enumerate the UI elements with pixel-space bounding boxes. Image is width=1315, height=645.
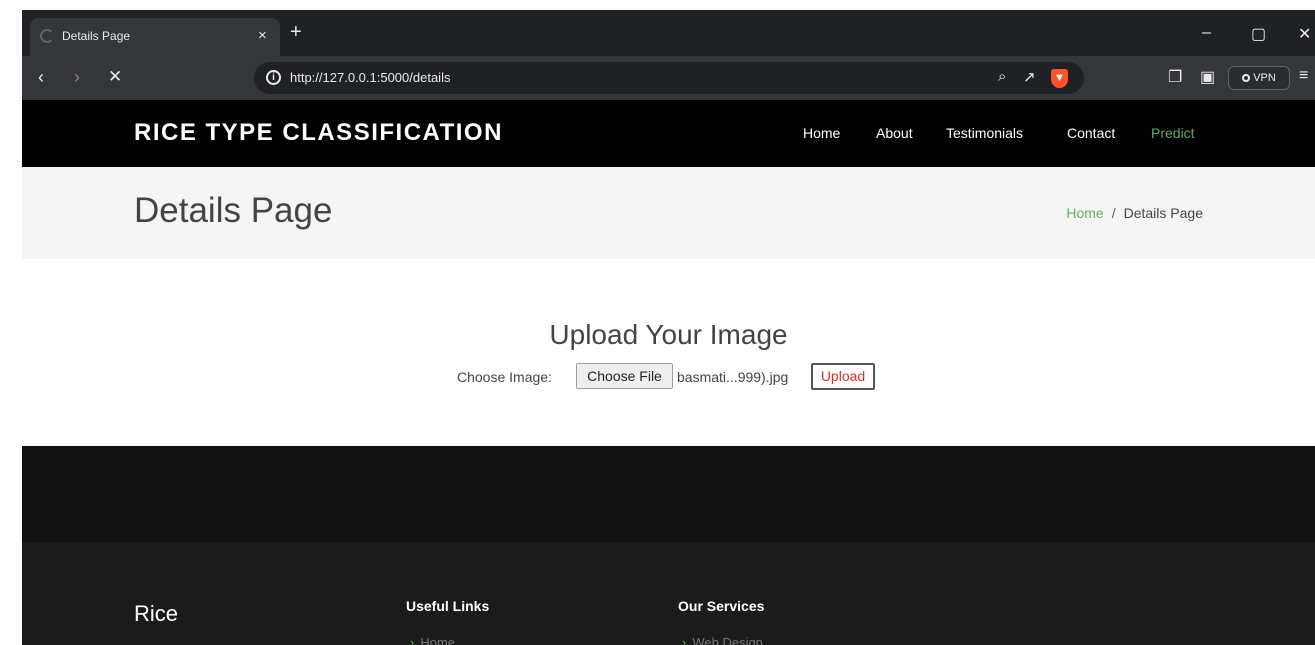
tab-bar: Details Page × + – ▢ ✕ — [22, 10, 1315, 56]
minimize-button[interactable]: – — [1202, 24, 1211, 42]
footer-link-web-design[interactable]: › Web Design — [682, 635, 763, 645]
share-icon[interactable]: ↗ — [1023, 68, 1036, 86]
nav-contact[interactable]: Contact — [1067, 125, 1115, 141]
tab-title: Details Page — [62, 29, 131, 43]
site-logo[interactable]: RICE TYPE CLASSIFICATION — [134, 119, 503, 147]
screen-edge-top — [0, 0, 1315, 10]
choose-image-label: Choose Image: — [457, 369, 552, 385]
new-tab-button[interactable]: + — [290, 22, 302, 42]
wallet-icon[interactable]: ▣ — [1200, 67, 1215, 87]
page-title: Details Page — [134, 191, 333, 230]
nav-testimonials[interactable]: Testimonials — [946, 125, 1023, 141]
footer-link-web-design-label: Web Design — [692, 635, 763, 645]
upload-section: Upload Your Image Choose Image: Choose F… — [22, 259, 1315, 446]
stop-icon[interactable]: ✕ — [108, 67, 122, 87]
browser-window: Details Page × + – ▢ ✕ ‹ › ✕ i http://12… — [22, 10, 1315, 645]
extensions-icon[interactable]: ❐ — [1168, 67, 1182, 87]
breadcrumb-current: Details Page — [1123, 205, 1203, 221]
url-text[interactable]: http://127.0.0.1:5000/details — [290, 70, 450, 85]
breadcrumb-separator: / — [1111, 205, 1116, 221]
vpn-button[interactable]: VPN — [1228, 66, 1290, 90]
loading-spinner-icon — [40, 29, 54, 43]
nav-predict[interactable]: Predict — [1151, 125, 1195, 141]
useful-links-heading: Useful Links — [406, 598, 490, 614]
nav-home[interactable]: Home — [803, 125, 840, 141]
forward-icon[interactable]: › — [74, 67, 80, 88]
breadcrumb-home-link[interactable]: Home — [1066, 205, 1103, 221]
our-services-heading: Our Services — [678, 598, 765, 614]
upload-title: Upload Your Image — [549, 319, 788, 350]
address-bar[interactable]: i http://127.0.0.1:5000/details ⌕ ↗ ▼ — [254, 62, 1084, 94]
breadcrumb: Home / Details Page — [1066, 205, 1203, 221]
footer-top-band — [22, 446, 1315, 542]
tab-details-page[interactable]: Details Page × — [30, 18, 280, 56]
nav-about[interactable]: About — [876, 125, 913, 141]
footer: Rice Useful Links Our Services › Home › We… — [22, 542, 1315, 645]
vpn-label: VPN — [1253, 72, 1276, 84]
upload-button[interactable]: Upload — [811, 363, 875, 390]
footer-link-home[interactable]: › Home — [410, 635, 455, 645]
info-icon[interactable]: i — [266, 70, 281, 85]
web-page: RICE TYPE CLASSIFICATION Home About Test… — [22, 100, 1315, 645]
tab-close-icon[interactable]: × — [258, 27, 267, 44]
footer-brand: Rice — [134, 601, 179, 626]
footer-link-home-label: Home — [420, 635, 456, 645]
back-icon[interactable]: ‹ — [38, 67, 44, 88]
brave-shield-icon[interactable]: ▼ — [1051, 69, 1068, 88]
chevron-right-icon: › — [682, 635, 687, 645]
breadcrumb-section: Details Page Home / Details Page — [22, 167, 1315, 259]
site-header: RICE TYPE CLASSIFICATION Home About Test… — [22, 100, 1315, 167]
choose-file-button[interactable]: Choose File — [576, 363, 673, 389]
menu-icon[interactable]: ≡ — [1299, 67, 1308, 85]
maximize-button[interactable]: ▢ — [1251, 24, 1266, 44]
zoom-icon[interactable]: ⌕ — [998, 68, 1006, 85]
vpn-status-icon — [1242, 74, 1251, 82]
screen-edge-left — [0, 0, 22, 645]
browser-toolbar: ‹ › ✕ i http://127.0.0.1:5000/details ⌕ … — [22, 56, 1315, 100]
selected-file-name: basmati...999).jpg — [677, 369, 789, 385]
chevron-right-icon: › — [410, 635, 415, 645]
close-window-button[interactable]: ✕ — [1298, 24, 1311, 44]
